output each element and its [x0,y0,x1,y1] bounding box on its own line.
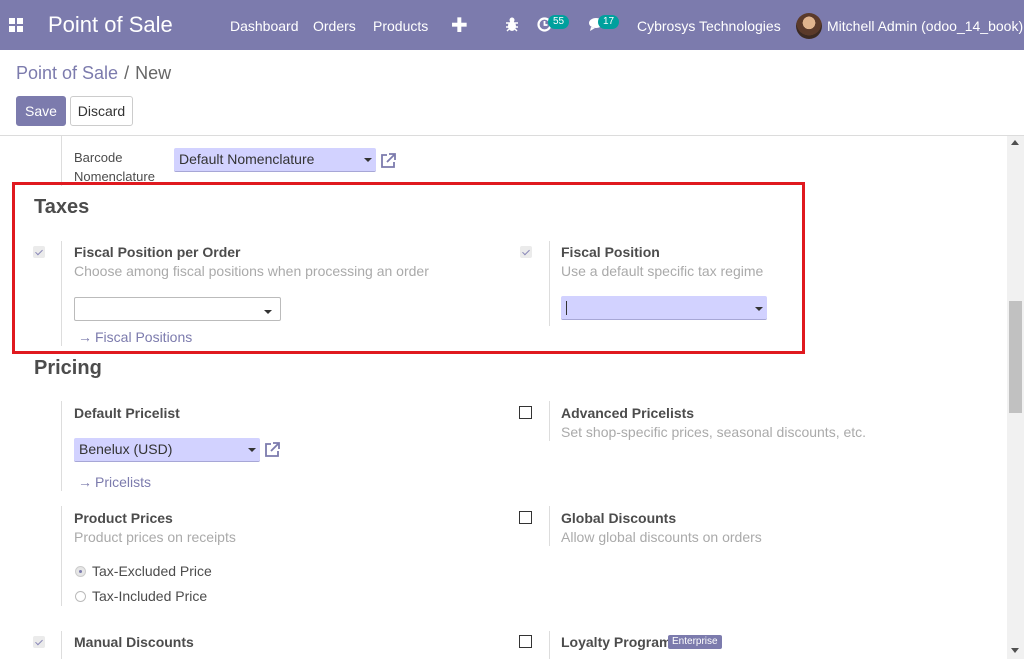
barcode-nomenclature-value: Default Nomenclature [179,151,315,167]
menu-orders[interactable]: Orders [313,18,356,34]
global-discounts-label: Global Discounts [561,510,677,526]
arrow-right-icon: → [78,474,92,490]
global-discounts-checkbox[interactable] [519,511,532,524]
product-prices-help: Product prices on receipts [74,529,236,545]
app-title[interactable]: Point of Sale [48,12,173,38]
menu-products[interactable]: Products [373,18,428,34]
top-navbar: Point of Sale Dashboard Orders Products … [0,0,1024,50]
scroll-up-arrow-icon[interactable] [1011,140,1019,145]
chevron-down-icon [248,448,256,452]
breadcrumb-parent[interactable]: Point of Sale [16,63,118,83]
tax-excluded-radio[interactable] [75,566,86,577]
default-pricelist-label: Default Pricelist [74,405,180,421]
breadcrumb-current: New [135,63,172,83]
scroll-down-arrow-icon[interactable] [1011,648,1019,653]
barcode-nomenclature-select[interactable]: Default Nomenclature [174,148,376,172]
tax-excluded-label[interactable]: Tax-Excluded Price [92,563,212,579]
company-switcher[interactable]: Cybrosys Technologies [637,18,781,34]
message-count-badge: 17 [598,15,620,29]
barcode-label-line1: Barcode [74,150,123,165]
pricelists-link-label: Pricelists [95,474,152,490]
breadcrumb: Point of Sale / New [16,63,171,84]
default-pricelist-select[interactable]: Benelux (USD) [74,438,260,462]
chevron-down-icon [364,158,372,162]
external-link-icon[interactable] [263,441,281,459]
vertical-scrollbar[interactable] [1007,136,1024,659]
manual-discounts-label: Manual Discounts [74,634,194,650]
scrollbar-thumb[interactable] [1009,301,1022,413]
external-link-icon[interactable] [379,152,397,170]
settings-form: Barcode Nomenclature Default Nomenclatur… [0,136,1007,659]
menu-dashboard[interactable]: Dashboard [230,18,299,34]
highlight-box [12,182,805,354]
setting-divider [61,136,62,186]
pricelists-link[interactable]: → Pricelists [78,474,151,490]
breadcrumb-separator: / [124,63,130,83]
pricing-section-title: Pricing [34,357,102,379]
avatar[interactable] [796,13,822,39]
advanced-pricelists-checkbox[interactable] [519,406,532,419]
setting-divider [549,631,550,659]
loyalty-program-label: Loyalty Program [561,634,672,650]
bug-icon[interactable] [505,16,519,32]
advanced-pricelists-label: Advanced Pricelists [561,405,695,421]
setting-divider [61,401,62,491]
tax-included-radio[interactable] [75,591,86,602]
plus-icon[interactable]: ✚ [451,13,468,38]
advanced-pricelists-help: Set shop-specific prices, seasonal disco… [561,424,867,440]
user-menu[interactable]: Mitchell Admin (odoo_14_book) [827,18,1023,34]
apps-menu-icon[interactable] [9,18,23,32]
global-discounts-help: Allow global discounts on orders [561,529,762,545]
setting-divider [549,401,550,441]
tax-included-label[interactable]: Tax-Included Price [92,588,207,604]
manual-discounts-checkbox[interactable] [33,636,45,648]
product-prices-label: Product Prices [74,510,173,526]
loyalty-program-checkbox[interactable] [519,635,532,648]
save-button[interactable]: Save [16,96,66,126]
enterprise-badge: Enterprise [668,635,722,649]
setting-divider [61,506,62,606]
discard-button[interactable]: Discard [70,96,133,126]
default-pricelist-value: Benelux (USD) [79,441,173,457]
setting-divider [61,631,62,659]
setting-divider [549,506,550,546]
activity-count-badge: 55 [548,15,570,29]
